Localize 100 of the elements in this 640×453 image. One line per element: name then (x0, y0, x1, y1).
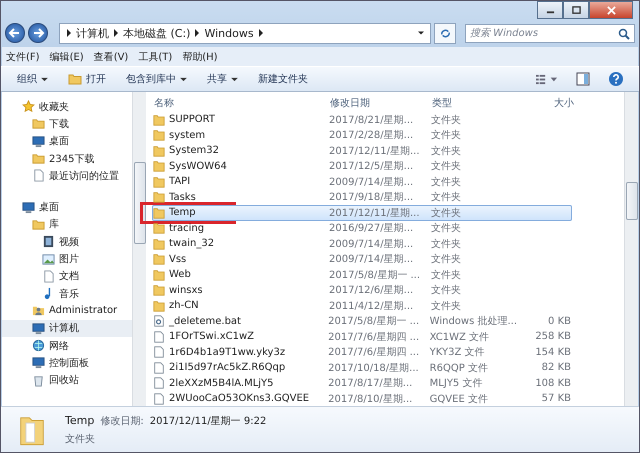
sidebar-item[interactable]: 收藏夹 (2, 98, 132, 116)
file-row[interactable]: 1r6D4b1a9T1ww.yky3z 2017/7/6/星期四 ... YKY3Z 文件 154 KB (152, 344, 572, 360)
date-cell-text: 2009/7/14/星期... (329, 238, 414, 251)
date-cell-text: 2017/12/11/星期... (329, 206, 421, 220)
sidebar-item[interactable]: Administrator (2, 302, 132, 320)
toolbar-button[interactable]: 新建文件夹 (252, 70, 314, 88)
type-cell-text: Windows 批处理... (430, 314, 518, 328)
date-cell-text: 2017/12/11/星期... (329, 144, 421, 158)
file-name: system (169, 130, 206, 141)
file-name: Tasks (169, 192, 196, 203)
file-name: _deleteme.bat (169, 316, 241, 327)
file-name: 2i1I5d97rAc5kZ.R6Qqp (169, 362, 286, 374)
sidebar-item[interactable]: 库 (2, 216, 132, 234)
file-name: System32 (169, 145, 220, 156)
menu-item[interactable]: 查看(V) (94, 50, 128, 64)
file-row[interactable]: system 2017/2/28/星期... 文件夹 (152, 128, 572, 143)
file-row[interactable]: 2i1I5d97rAc5kZ.R6Qqp 2017/10/18/星期... R6QQP 文件 82 KB (152, 360, 572, 376)
file-row[interactable]: Temp 2017/12/11/星期... 文件夹 (152, 205, 572, 220)
file-row[interactable]: 1FOrTSwi.xC1wZ 2017/7/6/星期四 ... XC1WZ 文件 258 KB (152, 329, 572, 344)
file-name: 2WUooCaO53OKns3.GQVEE (169, 393, 310, 404)
file-row[interactable]: SUPPORT 2017/8/21/星期... 文件夹 (152, 112, 572, 128)
file-name: tracing (169, 222, 204, 234)
column-header[interactable]: 大小 (522, 96, 574, 110)
menu-item[interactable]: 帮助(H) (182, 50, 218, 64)
search-field[interactable]: 搜索 Windows (465, 24, 635, 42)
breadcrumb[interactable]: 计算机 (76, 26, 109, 40)
file-name: winsxs (169, 284, 203, 296)
file-row[interactable]: 2leXXzM5B4lA.MLjY5 2017/8/17/星期... MLJY5 文件 108 KB (152, 376, 572, 391)
file-row[interactable]: TAPI 2009/7/14/星期... 文件夹 (152, 174, 572, 190)
type-cell-text: XC1WZ 文件 (430, 330, 490, 344)
sidebar-item[interactable]: 桌面 (2, 198, 132, 216)
type-cell-text: 文件夹 (431, 206, 462, 220)
sidebar-item[interactable]: 音乐 (2, 284, 132, 302)
type-cell-text: 文件夹 (431, 160, 462, 174)
type-cell-text: GQVEE 文件 (430, 392, 489, 406)
type-cell-text: 文件夹 (431, 176, 462, 189)
date-cell-text: 2017/10/18/星期... (328, 362, 420, 375)
date-cell-text: 2017/8/17/星期... (328, 376, 414, 390)
sidebar-item[interactable]: 网络 (2, 336, 132, 354)
menu-item[interactable]: 文件(F) (6, 50, 40, 64)
file-row[interactable]: tracing 2016/9/27/星期... 文件夹 (152, 220, 572, 236)
file-name: 2leXXzM5B4lA.MLjY5 (169, 378, 274, 389)
file-row[interactable]: winsxs 2017/12/6/星期... 文件夹 (152, 282, 572, 298)
file-row[interactable]: 2WUooCaO53OKns3.GQVEE 2017/8/10/星期... GQVEE 文件 57 KB (152, 391, 572, 406)
toolbar-button[interactable]: 打开 (62, 70, 112, 88)
type-cell-text: 文件夹 (431, 238, 462, 251)
date-cell-text: 2009/7/14/星期... (329, 252, 414, 266)
file-name: Web (169, 269, 191, 280)
date-cell-text: 2009/7/14/星期... (329, 176, 414, 189)
date-cell-text: 2016/9/27/星期... (329, 222, 414, 236)
size-cell-text: 57 KB (540, 393, 571, 404)
size-cell-text: 108 KB (534, 378, 571, 389)
address-bar[interactable]: 计算机 本地磁盘 (C:) Windows (59, 22, 431, 44)
sidebar-item[interactable]: 最近访问的位置 (2, 167, 132, 184)
file-row[interactable]: SysWOW64 2017/12/5/星期... 文件夹 (152, 158, 572, 174)
toolbar-button[interactable]: 包含到库中 (120, 70, 193, 88)
file-name: Vss (169, 254, 186, 265)
toolbar-button[interactable]: 组织 (11, 70, 54, 88)
date-cell-text: 2017/12/6/星期... (329, 284, 414, 298)
date-cell-text: 2017/8/10/星期... (328, 392, 414, 406)
size-cell-text: 258 KB (534, 331, 571, 342)
file-row[interactable]: twain_32 2009/7/14/星期... 文件夹 (152, 236, 572, 252)
sidebar-item[interactable]: 2345下载 (2, 150, 132, 168)
breadcrumb[interactable]: 本地磁盘 (C:) (123, 26, 190, 40)
sidebar-item[interactable]: 桌面 (2, 132, 132, 150)
menu-item[interactable]: 工具(T) (138, 50, 172, 64)
sidebar-item[interactable]: 视频 (2, 233, 132, 250)
file-name: 1FOrTSwi.xC1wZ (169, 331, 254, 342)
date-cell-text: 2017/7/6/星期四 ... (328, 330, 420, 344)
size-cell-text: 154 KB (534, 346, 571, 358)
sidebar-item[interactable]: 回收站 (2, 371, 132, 389)
file-row[interactable]: System32 2017/12/11/星期... 文件夹 (152, 143, 572, 158)
type-cell-text: MLJY5 文件 (430, 376, 484, 390)
file-row[interactable]: Vss 2009/7/14/星期... 文件夹 (152, 252, 572, 267)
sidebar-item[interactable]: 图片 (2, 250, 132, 268)
sidebar-item[interactable]: 控制面板 (2, 354, 132, 372)
menu-item[interactable]: 编辑(E) (50, 50, 84, 64)
date-value: 2017/12/11/星期一 9:22 (150, 414, 266, 428)
sidebar-item[interactable]: 文档 (2, 268, 132, 285)
file-row[interactable]: zh-CN 2011/4/12/星期... 文件夹 (152, 298, 572, 314)
sidebar-item[interactable]: 下载 (2, 115, 132, 133)
file-name: zh-CN (169, 300, 199, 312)
date-cell-text: 2017/9/18/星期... (329, 190, 414, 204)
type-cell-text: 文件夹 (431, 268, 462, 282)
item-type: 文件夹 (65, 432, 96, 446)
file-name: 1r6D4b1a9T1ww.yky3z (169, 346, 286, 358)
column-header[interactable]: 修改日期 (330, 96, 432, 110)
type-cell-text: 文件夹 (431, 190, 462, 204)
file-row[interactable]: Tasks 2017/9/18/星期... 文件夹 (152, 190, 572, 205)
type-cell-text: 文件夹 (431, 300, 462, 313)
breadcrumb[interactable]: Windows (204, 26, 254, 40)
file-row[interactable]: _deleteme.bat 2017/5/8/星期一 ... Windows 批处理... 0 KB (152, 314, 572, 329)
sidebar-item[interactable]: 计算机 (2, 320, 132, 337)
date-cell-text: 2017/12/5/星期... (329, 160, 414, 174)
file-row[interactable]: Web 2017/5/8/星期一 ... 文件夹 (152, 267, 572, 282)
file-name: SUPPORT (169, 114, 215, 126)
toolbar-button[interactable]: 共享 (201, 70, 244, 88)
column-header[interactable]: 类型 (432, 96, 522, 110)
column-header[interactable]: 名称 (152, 96, 330, 110)
type-cell-text: 文件夹 (431, 252, 462, 266)
